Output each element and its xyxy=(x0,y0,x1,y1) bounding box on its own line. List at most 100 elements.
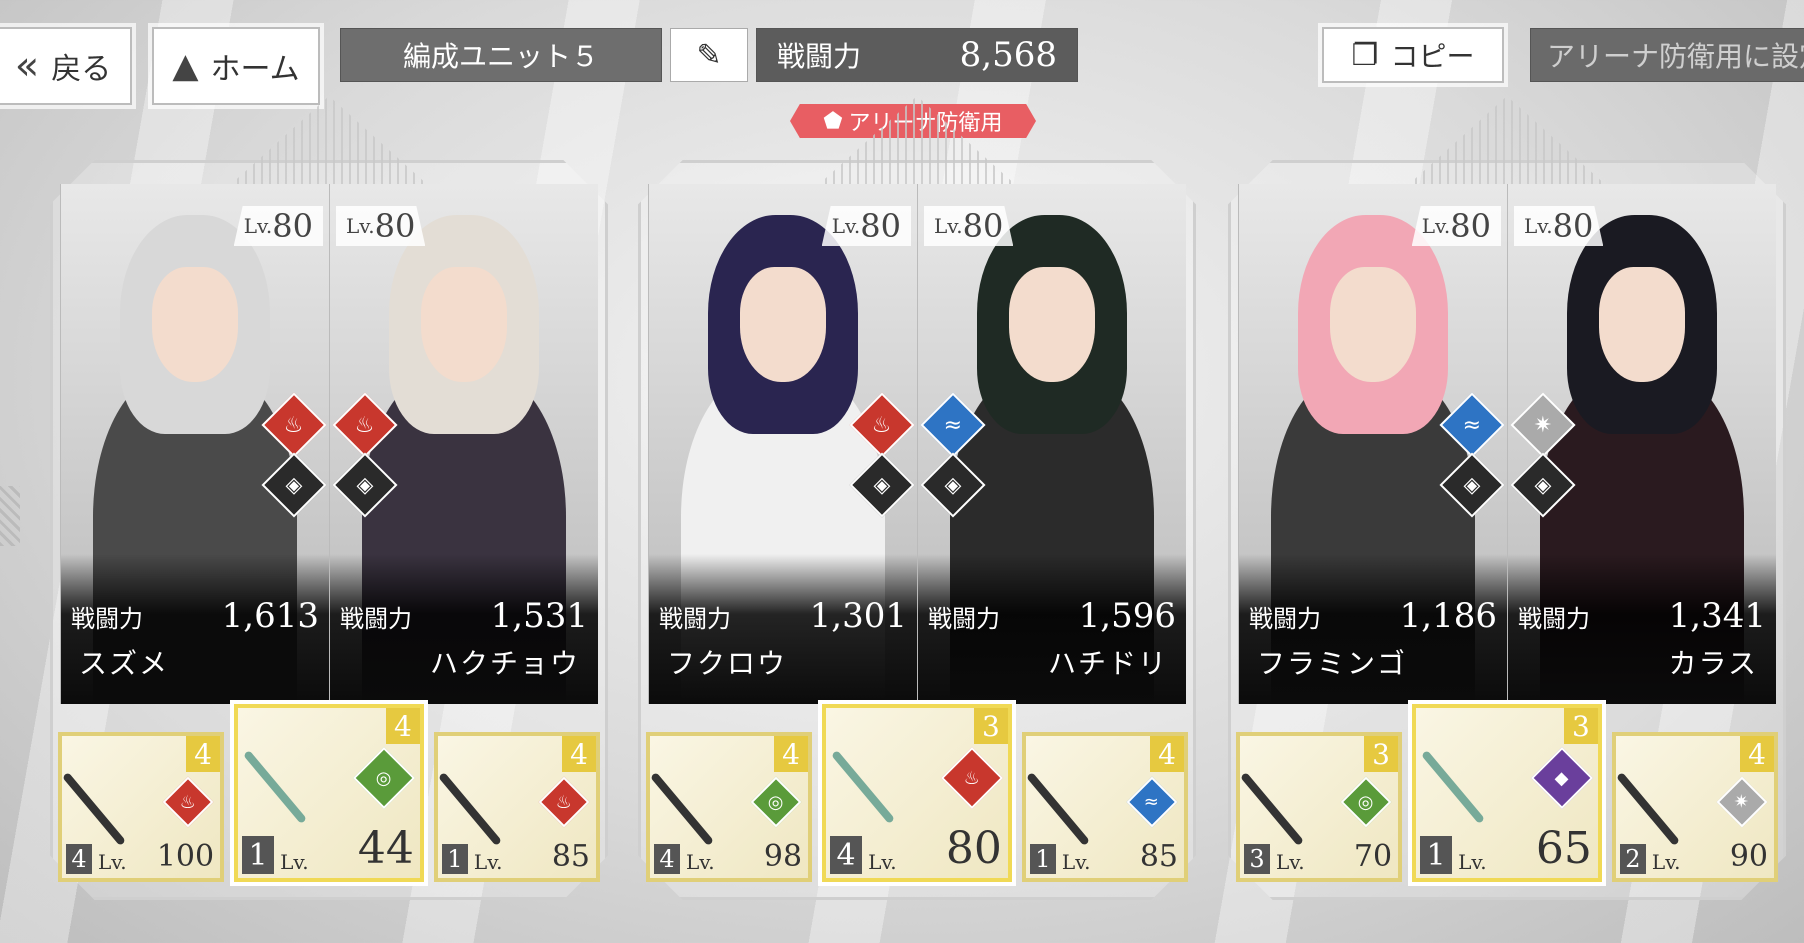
wind-element-icon: ◎ xyxy=(352,746,416,810)
character-name: ハクチョウ xyxy=(429,647,580,680)
weapon-level-prefix: Lv. xyxy=(98,850,127,874)
character-card[interactable]: Lv. 80 ✷ ◈ 戦闘力 1,341 カラス xyxy=(1507,184,1776,704)
weapon-level: 90 xyxy=(1729,839,1768,874)
character-pair: Lv. 80 ♨ ◈ 戦闘力 1,613 スズメ Lv. 80 ♨ ◈ 戦闘力 1,… xyxy=(60,184,598,704)
character-pair: Lv. 80 ♨ ◈ 戦闘力 1,301 フクロウ Lv. 80 ≈ ◈ 戦闘力 1… xyxy=(648,184,1186,704)
weapon-icon xyxy=(242,749,307,825)
weapon-icon xyxy=(650,772,715,847)
weapon-level-prefix: Lv. xyxy=(1061,850,1091,874)
fire-element-icon: ♨ xyxy=(538,776,590,828)
back-button[interactable]: « 戻る xyxy=(0,27,132,105)
character-card[interactable]: Lv. 80 ♨ ◈ 戦闘力 1,531 ハクチョウ xyxy=(329,184,598,704)
character-level: Lv. 80 xyxy=(1514,206,1604,246)
home-icon: ▲ xyxy=(172,46,199,86)
character-power-label: 戦闘力 xyxy=(340,605,412,633)
dark-element-icon: ◆ xyxy=(1530,746,1594,810)
fire-element-icon: ♨ xyxy=(162,776,214,828)
arena-defense-set-label: アリーナ防衛用に設定 xyxy=(1547,40,1804,73)
character-card[interactable]: Lv. 80 ♨ ◈ 戦闘力 1,613 スズメ xyxy=(60,184,329,704)
character-power-label: 戦闘力 xyxy=(1249,605,1321,633)
weapon-icon xyxy=(1240,772,1305,847)
weapon-card[interactable]: 4 ◎ 4 Lv. 98 xyxy=(646,732,813,882)
weapon-card[interactable]: 3 ◎ 3 Lv. 70 xyxy=(1236,732,1403,882)
rarity-badge: 3 xyxy=(973,708,1008,744)
weapon-level-prefix: Lv. xyxy=(686,850,715,874)
team-1[interactable]: Lv. 80 ♨ ◈ 戦闘力 1,613 スズメ Lv. 80 ♨ ◈ 戦闘力 1,… xyxy=(50,96,608,900)
rarity-badge: 4 xyxy=(774,736,809,772)
weapon-card[interactable]: 4 ≈ 1 Lv. 85 xyxy=(1021,732,1188,882)
total-power: 戦闘力 8,568 xyxy=(756,28,1078,82)
character-power: 戦闘力 1,186 xyxy=(1249,596,1497,636)
weapon-level-prefix: Lv. xyxy=(868,850,897,874)
character-power-value: 1,531 xyxy=(490,596,588,636)
character-level: Lv. 80 xyxy=(233,206,323,246)
arena-defense-set-button[interactable]: アリーナ防衛用に設定 xyxy=(1530,28,1804,82)
total-power-label: 戦闘力 xyxy=(777,40,862,73)
character-level: Lv. 80 xyxy=(924,206,1014,246)
home-label: ホーム xyxy=(210,52,300,87)
character-card[interactable]: Lv. 80 ≈ ◈ 戦闘力 1,596 ハチドリ xyxy=(917,184,1186,704)
weapon-row: 4 ♨ 4 Lv. 100 4 ◎ 1 Lv. 44 4 ♨ 1 Lv. 85 xyxy=(58,704,600,882)
weapon-rank: 1 xyxy=(441,844,468,874)
weapon-card[interactable]: 3 ◆ 1 Lv. 65 xyxy=(1412,704,1602,882)
weapon-card[interactable]: 3 ♨ 4 Lv. 80 xyxy=(822,704,1012,882)
weapon-row: 4 ◎ 4 Lv. 98 3 ♨ 4 Lv. 80 4 ≈ 1 Lv. 85 xyxy=(646,704,1188,882)
character-card[interactable]: Lv. 80 ♨ ◈ 戦闘力 1,301 フクロウ xyxy=(648,184,917,704)
shield-icon: ⬟ xyxy=(823,108,843,134)
weapon-level-prefix: Lv. xyxy=(1458,850,1487,874)
weapon-rank: 4 xyxy=(66,844,92,874)
rename-button[interactable]: ✎ xyxy=(670,28,748,82)
character-level: Lv. 80 xyxy=(1411,206,1501,246)
weapon-card[interactable]: 4 ◎ 1 Lv. 44 xyxy=(234,704,424,882)
character-name: カラス xyxy=(1668,647,1758,680)
character-level: Lv. 80 xyxy=(821,206,911,246)
weapon-icon xyxy=(62,772,127,847)
character-power: 戦闘力 1,596 xyxy=(928,596,1176,636)
weapon-card[interactable]: 4 ♨ 4 Lv. 100 xyxy=(58,732,225,882)
wind-element-icon: ◎ xyxy=(750,776,802,828)
weapon-rank: 1 xyxy=(1029,844,1056,874)
unit-name-text: 編成ユニット５ xyxy=(402,40,599,73)
double-chevron-left-icon: « xyxy=(14,43,40,89)
weapon-rank: 1 xyxy=(242,836,275,874)
rarity-badge: 3 xyxy=(1563,708,1598,744)
rarity-badge: 4 xyxy=(562,736,596,772)
back-label: 戻る xyxy=(51,52,112,87)
wind-element-icon: ◎ xyxy=(1340,776,1392,828)
rarity-badge: 3 xyxy=(1364,736,1399,772)
rarity-badge: 4 xyxy=(385,708,420,744)
team-3[interactable]: Lv. 80 ≈ ◈ 戦闘力 1,186 フラミンゴ Lv. 80 ✷ ◈ 戦闘力 … xyxy=(1228,96,1786,900)
weapon-level-prefix: Lv. xyxy=(473,850,503,874)
weapon-card[interactable]: 4 ♨ 1 Lv. 85 xyxy=(433,732,600,882)
water-element-icon: ≈ xyxy=(1126,776,1178,828)
home-button[interactable]: ▲ ホーム xyxy=(152,27,320,105)
character-card[interactable]: Lv. 80 ≈ ◈ 戦闘力 1,186 フラミンゴ xyxy=(1238,184,1507,704)
weapon-icon xyxy=(1420,749,1485,825)
weapon-icon xyxy=(438,772,503,847)
weapon-rank: 4 xyxy=(654,844,680,874)
rarity-badge: 4 xyxy=(1150,736,1184,772)
pen-icon: ✎ xyxy=(696,37,722,73)
character-power-value: 1,186 xyxy=(1399,596,1497,636)
weapon-icon xyxy=(1026,772,1091,847)
copy-button[interactable]: ❐ コピー xyxy=(1322,27,1504,83)
weapon-rank: 3 xyxy=(1244,844,1270,874)
character-power-value: 1,301 xyxy=(809,596,907,636)
character-power-label: 戦闘力 xyxy=(928,605,1000,633)
total-power-value: 8,568 xyxy=(959,35,1057,75)
weapon-level-prefix: Lv. xyxy=(280,850,309,874)
character-power-value: 1,613 xyxy=(221,596,319,636)
weapon-card[interactable]: 4 ✷ 2 Lv. 90 xyxy=(1611,732,1778,882)
side-decoration xyxy=(0,486,20,546)
character-power: 戦闘力 1,341 xyxy=(1518,596,1766,636)
weapon-level: 100 xyxy=(156,839,215,874)
weapon-level: 98 xyxy=(763,839,803,874)
character-name: ハチドリ xyxy=(1047,647,1168,680)
character-power: 戦闘力 1,613 xyxy=(71,596,319,636)
weapon-level: 85 xyxy=(551,839,590,874)
character-name: フラミンゴ xyxy=(1257,647,1408,680)
weapon-icon xyxy=(830,749,895,825)
team-2[interactable]: Lv. 80 ♨ ◈ 戦闘力 1,301 フクロウ Lv. 80 ≈ ◈ 戦闘力 1… xyxy=(638,96,1196,900)
weapon-level-prefix: Lv. xyxy=(1276,850,1305,874)
fire-element-icon: ♨ xyxy=(940,746,1004,810)
